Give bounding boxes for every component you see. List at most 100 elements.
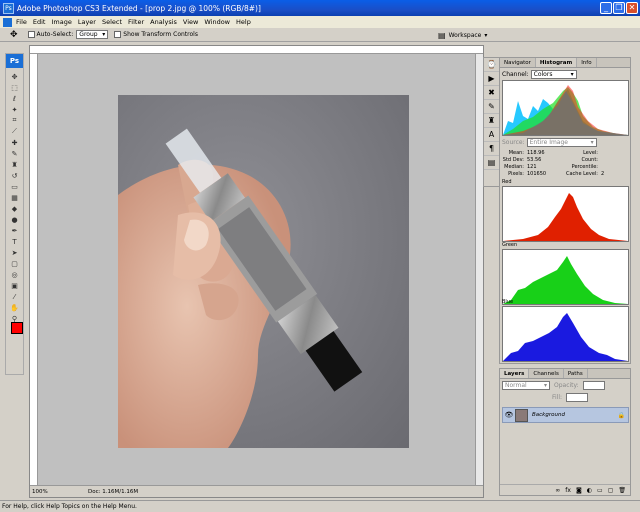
move-tool-icon[interactable]: ✥ <box>6 71 23 82</box>
auto-select-dropdown[interactable]: Group ▾ <box>76 30 109 39</box>
layer-style-icon[interactable]: fx <box>565 487 571 494</box>
green-histogram <box>502 249 629 305</box>
notes-tool-icon[interactable]: ▣ <box>6 280 23 291</box>
history-panel-icon[interactable]: ⌚ <box>484 58 499 72</box>
stat-label-right: Level: <box>583 150 598 156</box>
menu-filter[interactable]: Filter <box>128 18 144 26</box>
workspace-menu[interactable]: ▤ Workspace ▾ <box>438 31 492 40</box>
stat-value-right <box>598 157 601 163</box>
document-window: 100% Doc: 1.16M/1.16M <box>29 45 484 498</box>
close-button[interactable]: ✕ <box>626 2 638 14</box>
new-layer-icon[interactable]: ▢ <box>608 487 614 494</box>
workspace-icon: ▤ <box>438 31 446 40</box>
character-panel-icon[interactable]: A <box>484 128 499 142</box>
gradient-tool-icon[interactable]: ▦ <box>6 192 23 203</box>
doc-size-info[interactable]: Doc: 1.16M/1.16M <box>88 489 138 495</box>
hand-tool-icon[interactable]: ✋ <box>6 302 23 313</box>
actions-panel-icon[interactable]: ▶ <box>484 72 499 86</box>
type-tool-icon[interactable]: T <box>6 236 23 247</box>
layer-mask-icon[interactable]: ◙ <box>576 487 582 494</box>
brushes-panel-icon[interactable]: ✎ <box>484 100 499 114</box>
blur-tool-icon[interactable]: ◆ <box>6 203 23 214</box>
crop-tool-icon[interactable]: ⌗ <box>6 115 23 126</box>
red-channel-label: Red <box>502 179 512 185</box>
path-selection-tool-icon[interactable]: ➤ <box>6 247 23 258</box>
history-brush-tool-icon[interactable]: ↺ <box>6 170 23 181</box>
layer-thumbnail <box>515 408 528 422</box>
restore-button[interactable]: ❐ <box>613 2 625 14</box>
show-transform-checkbox[interactable] <box>114 31 122 38</box>
tab-paths[interactable]: Paths <box>564 369 588 378</box>
opacity-field[interactable] <box>582 381 605 390</box>
histogram-colors <box>502 80 629 136</box>
tool-presets-icon[interactable]: ✖ <box>484 86 499 100</box>
channel-dropdown[interactable]: Colors ▾ <box>530 70 577 79</box>
menu-view[interactable]: View <box>183 18 198 26</box>
layer-name: Background <box>532 412 565 418</box>
adjustment-layer-icon[interactable]: ◐ <box>587 487 592 494</box>
clone-source-icon[interactable]: ♜ <box>484 114 499 128</box>
source-label: Source: <box>502 139 525 146</box>
status-bar: For Help, click Help Topics on the Help … <box>0 500 640 512</box>
zoom-level[interactable]: 100% <box>32 489 48 495</box>
eyedropper-tool-icon[interactable]: ⁄ <box>6 291 23 302</box>
lasso-tool-icon[interactable]: ℓ <box>6 93 23 104</box>
photo-hand-holding-device <box>118 128 363 448</box>
tab-info[interactable]: Info <box>577 58 597 67</box>
foreground-color-swatch[interactable] <box>11 322 23 334</box>
paragraph-panel-icon[interactable]: ¶ <box>484 142 499 156</box>
tab-navigator[interactable]: Navigator <box>500 58 536 67</box>
menu-window[interactable]: Window <box>204 18 230 26</box>
clone-stamp-tool-icon[interactable]: ♜ <box>6 159 23 170</box>
pen-tool-icon[interactable]: ✒ <box>6 225 23 236</box>
canvas-area[interactable] <box>38 54 477 487</box>
layer-row-background[interactable]: 👁 Background 🔒 <box>502 407 629 423</box>
lock-icon: 🔒 <box>617 411 625 419</box>
move-tool-icon[interactable]: ✥ <box>10 30 18 40</box>
menu-edit[interactable]: Edit <box>33 18 46 26</box>
menu-help[interactable]: Help <box>236 18 251 26</box>
photo-image[interactable] <box>118 95 409 448</box>
eye-icon[interactable]: 👁 <box>503 411 515 419</box>
auto-select-checkbox[interactable] <box>27 31 35 38</box>
marquee-tool-icon[interactable]: ⬚ <box>6 82 23 93</box>
delete-layer-icon[interactable]: 🗑 <box>618 487 626 494</box>
brush-tool-icon[interactable]: ✎ <box>6 148 23 159</box>
link-layers-icon[interactable]: ∞ <box>555 487 560 494</box>
stat-label-right: Cache Level: <box>565 171 598 177</box>
slice-tool-icon[interactable]: ⟋ <box>6 126 23 137</box>
menu-file[interactable]: File <box>16 18 27 26</box>
fill-field[interactable] <box>566 393 589 402</box>
channel-value: Colors <box>533 71 553 78</box>
channel-label: Channel: <box>502 71 529 78</box>
new-group-icon[interactable]: ▭ <box>597 487 603 494</box>
menu-analysis[interactable]: Analysis <box>150 18 177 26</box>
layers-panel: Layers Channels Paths Normal ▾ Opacity: … <box>499 368 631 496</box>
photoshop-app-icon: Ps <box>3 2 14 14</box>
tab-channels[interactable]: Channels <box>529 369 564 378</box>
eraser-tool-icon[interactable]: ▭ <box>6 181 23 192</box>
magic-wand-tool-icon[interactable]: ✦ <box>6 104 23 115</box>
menu-image[interactable]: Image <box>51 18 71 26</box>
window-title: Adobe Photoshop CS3 Extended - [prop 2.j… <box>17 3 261 13</box>
tab-histogram[interactable]: Histogram <box>535 58 578 67</box>
menu-layer[interactable]: Layer <box>78 18 96 26</box>
menu-select[interactable]: Select <box>102 18 122 26</box>
3d-tool-icon[interactable]: ◎ <box>6 269 23 280</box>
healing-brush-tool-icon[interactable]: ✚ <box>6 137 23 148</box>
stat-value: 101650 <box>527 171 547 177</box>
dodge-tool-icon[interactable]: ● <box>6 214 23 225</box>
source-dropdown[interactable]: Entire Image ▾ <box>526 138 597 147</box>
shape-tool-icon[interactable]: ▢ <box>6 258 23 269</box>
tab-layers[interactable]: Layers <box>500 369 530 378</box>
vertical-scrollbar[interactable] <box>475 54 483 487</box>
minimize-button[interactable]: _ <box>600 2 612 14</box>
panel-dock-strip: ⌚ ▶ ✖ ✎ ♜ A ¶ ▤ <box>483 57 500 187</box>
blue-histogram <box>502 306 629 362</box>
swatches-panel-icon[interactable]: ▤ <box>484 156 499 170</box>
green-histogram-graph <box>503 256 628 304</box>
stat-label: Std Dev: <box>502 157 524 163</box>
toolbox: Ps ✥ ⬚ ℓ ✦ ⌗ ⟋ ✚ ✎ ♜ ↺ ▭ ▦ ◆ ● ✒ T ➤ ▢ ◎… <box>5 53 24 375</box>
blend-mode-dropdown[interactable]: Normal ▾ <box>502 381 550 390</box>
workspace-label: Workspace <box>448 32 482 39</box>
